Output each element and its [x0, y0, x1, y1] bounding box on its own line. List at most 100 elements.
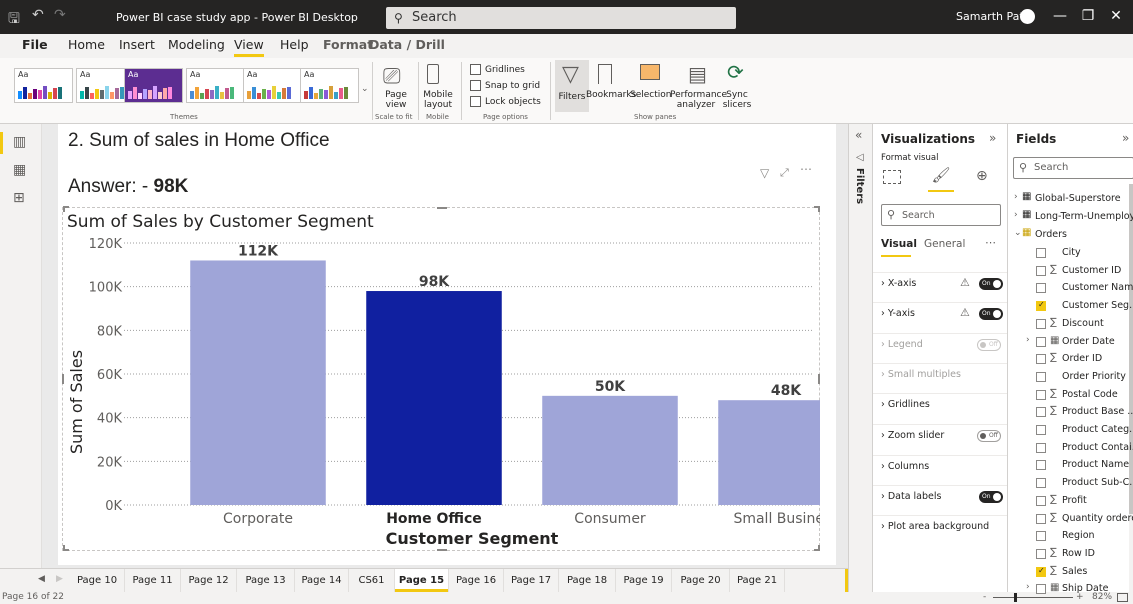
field-checkbox[interactable]	[1036, 248, 1046, 258]
field-checkbox[interactable]	[1036, 531, 1046, 542]
field-checkbox[interactable]	[1036, 513, 1046, 524]
field-item[interactable]: Product Name	[1008, 456, 1133, 474]
page-tab[interactable]: Page 14	[295, 569, 349, 592]
more-options-icon[interactable]: ⋯	[800, 162, 812, 176]
bookmarks-button[interactable]: Bookmarks	[586, 90, 636, 100]
field-item[interactable]: ∑ Customer ID	[1008, 262, 1133, 280]
toggle-switch[interactable]: On	[979, 278, 1003, 290]
close-icon[interactable]: ✕	[1106, 8, 1126, 24]
field-item[interactable]: ∑ Product Base ...	[1008, 403, 1133, 421]
field-item[interactable]: ∑ Quantity ordered ...	[1008, 510, 1133, 528]
chevron-down-icon[interactable]: ⌄	[1014, 228, 1022, 238]
field-item[interactable]: Customer Seg...	[1008, 297, 1133, 315]
menu-file[interactable]: File	[22, 37, 48, 52]
field-item[interactable]: ∑ Order ID	[1008, 350, 1133, 368]
field-item[interactable]: › ▦ Ship Date	[1008, 580, 1133, 598]
field-checkbox[interactable]	[1036, 371, 1046, 382]
x-tick-label[interactable]: Home Office	[386, 511, 482, 527]
field-checkbox[interactable]	[1036, 495, 1046, 506]
field-checkbox[interactable]	[1036, 442, 1046, 453]
restore-icon[interactable]: ❐	[1078, 8, 1098, 24]
bar-small-business[interactable]	[718, 400, 820, 505]
tab-general[interactable]: General	[924, 238, 965, 250]
filters-button[interactable]: ▽ Filters	[555, 60, 589, 112]
minimize-icon[interactable]: —	[1050, 8, 1070, 24]
page-tab[interactable]: Page 21	[730, 569, 785, 592]
field-checkbox[interactable]	[1036, 425, 1046, 435]
collapse-icon[interactable]: »	[1122, 131, 1129, 145]
theme-swatch-6[interactable]: Aa	[300, 68, 359, 103]
toggle-switch[interactable]: On	[979, 308, 1003, 320]
field-checkbox[interactable]	[1036, 584, 1046, 595]
theme-swatch-1[interactable]: Aa	[14, 68, 73, 103]
fields-search-input[interactable]: ⚲ Search	[1013, 157, 1133, 179]
bar-corporate[interactable]	[190, 260, 326, 505]
tab-visual[interactable]: Visual	[881, 238, 917, 250]
page-view-button[interactable]: Page view	[378, 90, 414, 110]
page-tab[interactable]: Page 18	[559, 569, 616, 592]
table-item[interactable]: ⌄ ▦ Orders	[1008, 226, 1133, 244]
page-tab[interactable]: Page 17	[504, 569, 559, 592]
performance-analyzer-button[interactable]: Performance analyzer	[670, 90, 727, 110]
field-item[interactable]: › ▦ Order Date	[1008, 333, 1133, 351]
field-checkbox[interactable]	[1036, 318, 1046, 329]
page-tab[interactable]: Page 12	[181, 569, 237, 592]
field-checkbox[interactable]	[1036, 460, 1046, 471]
toggle-switch[interactable]: Off	[977, 339, 1001, 351]
field-item[interactable]: ∑ Row ID	[1008, 545, 1133, 563]
redo-icon[interactable]: ↷	[54, 7, 66, 23]
gridlines-checkbox[interactable]: Gridlines	[470, 64, 525, 75]
field-item[interactable]: ∑ Sales	[1008, 563, 1133, 581]
menu-data-drill[interactable]: Data / Drill	[369, 37, 445, 52]
warning-icon[interactable]: ⚠	[960, 306, 970, 319]
zoom-out-icon[interactable]: -	[983, 592, 986, 602]
expand-icon[interactable]: «	[855, 128, 862, 142]
menu-help[interactable]: Help	[280, 37, 309, 52]
table-item[interactable]: › ▦ Long-Term-Unemploy...	[1008, 208, 1133, 226]
chevron-right-icon[interactable]: ›	[1014, 210, 1018, 220]
field-checkbox[interactable]	[1036, 478, 1046, 489]
x-tick-label[interactable]: Corporate	[223, 511, 293, 527]
page-tab[interactable]: Page 10	[70, 569, 125, 592]
page-tab[interactable]: Page 15	[395, 569, 449, 592]
bar-home-office[interactable]	[366, 291, 502, 505]
field-item[interactable]: Product Categ...	[1008, 421, 1133, 439]
snap-to-grid-checkbox[interactable]: Snap to grid	[470, 80, 540, 91]
prev-page-icon[interactable]: ◀	[38, 574, 45, 584]
field-checkbox[interactable]	[1036, 265, 1046, 276]
field-item[interactable]: Product Sub-C...	[1008, 474, 1133, 492]
model-view-icon[interactable]: ⊞	[13, 190, 25, 206]
bar-consumer[interactable]	[542, 395, 678, 505]
build-visual-icon[interactable]	[883, 170, 901, 184]
field-checkbox[interactable]	[1036, 283, 1046, 294]
avatar[interactable]	[1020, 9, 1035, 24]
lock-objects-checkbox[interactable]: Lock objects	[470, 96, 541, 107]
analytics-icon[interactable]: ⊕	[976, 168, 988, 184]
field-checkbox[interactable]	[1036, 389, 1046, 400]
menu-modeling[interactable]: Modeling	[168, 37, 225, 52]
field-item[interactable]: ∑ Profit	[1008, 492, 1133, 510]
report-view-icon[interactable]: ▥	[13, 134, 26, 150]
menu-insert[interactable]: Insert	[119, 37, 155, 52]
warning-icon[interactable]: ⚠	[960, 276, 970, 289]
page-tab[interactable]: Page 13	[237, 569, 295, 592]
focus-mode-icon[interactable]: ⤢	[780, 166, 789, 180]
chevron-right-icon[interactable]: ›	[1014, 192, 1018, 202]
selection-button[interactable]: Selection	[630, 90, 671, 100]
chevron-right-icon[interactable]: ›	[1026, 335, 1030, 345]
search-box[interactable]: ⚲ Search	[386, 7, 736, 29]
menu-format[interactable]: Format	[323, 37, 373, 52]
field-checkbox[interactable]	[1036, 354, 1046, 365]
undo-icon[interactable]: ↶	[32, 7, 44, 23]
viz-search-input[interactable]: ⚲ Search	[881, 204, 1001, 226]
theme-swatch-3[interactable]: Aa	[124, 68, 183, 103]
more-options-icon[interactable]: ⋯	[985, 236, 996, 249]
table-item[interactable]: › ▦ Global-Superstore	[1008, 190, 1133, 208]
page-tab[interactable]: Page 16	[449, 569, 504, 592]
table-view-icon[interactable]: ▦	[13, 162, 26, 178]
field-item[interactable]: Order Priority	[1008, 368, 1133, 386]
toggle-switch[interactable]: Off	[977, 430, 1001, 442]
field-checkbox[interactable]	[1036, 300, 1046, 312]
field-item[interactable]: Product Contai...	[1008, 439, 1133, 457]
field-item[interactable]: Region	[1008, 527, 1133, 545]
